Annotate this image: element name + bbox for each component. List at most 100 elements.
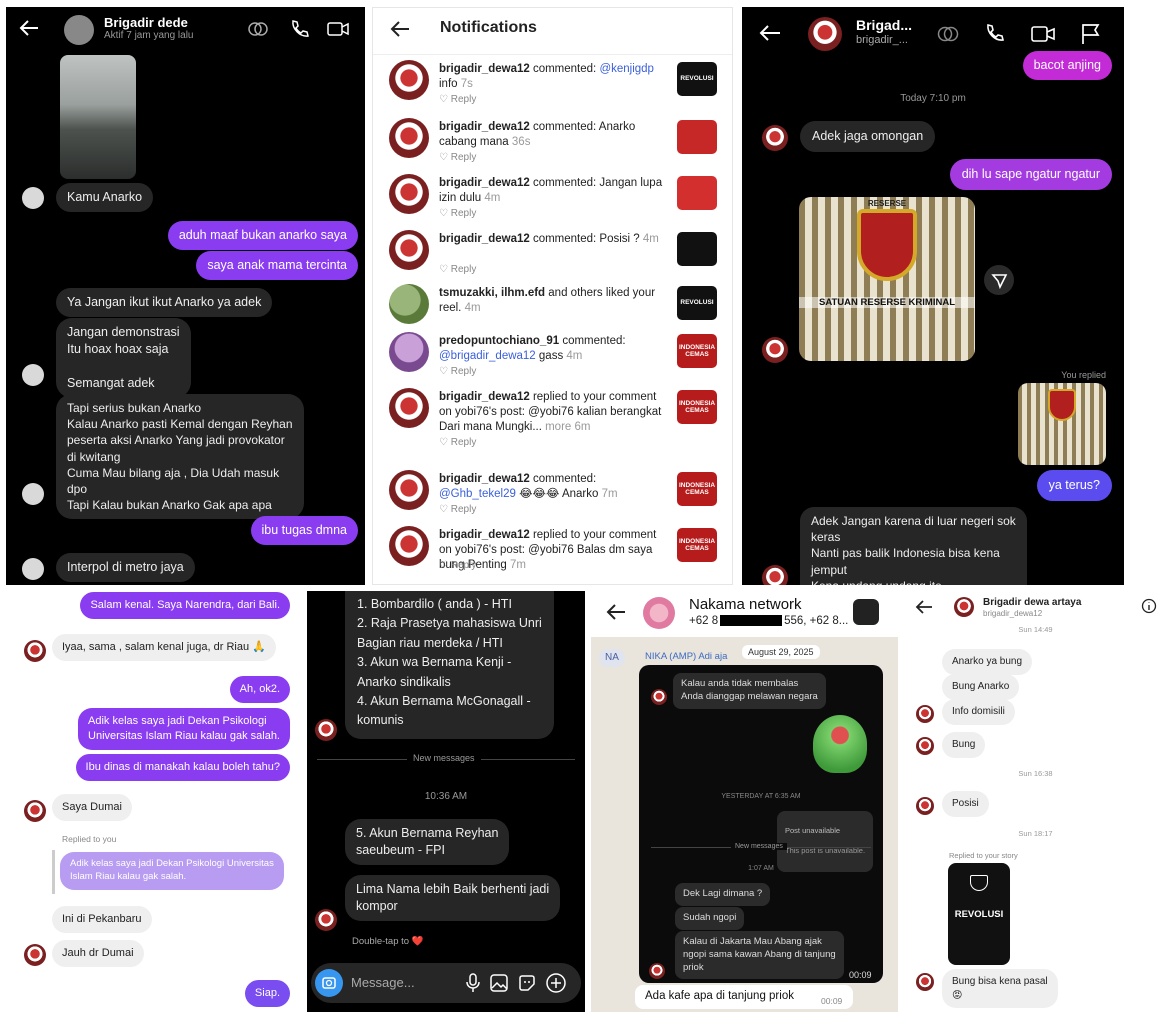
notification-user[interactable]: brigadir_dewa12	[439, 473, 530, 485]
notification-text[interactable]: brigadir_dewa12 commented: @kenjigdp inf…	[439, 62, 665, 92]
message-in: Iyaa, sama , salam kenal juga, dr Riau 🙏	[52, 634, 276, 661]
message-input[interactable]: Message...	[351, 975, 415, 990]
reply-button[interactable]: ♡ Reply	[439, 208, 476, 219]
add-icon[interactable]	[545, 972, 567, 994]
back-arrow-icon[interactable]	[605, 603, 627, 621]
notification-text[interactable]: brigadir_dewa12 commented: Posisi ? 4m	[439, 232, 665, 247]
notification-user[interactable]: brigadir_dewa12	[439, 233, 530, 245]
notification-text[interactable]: brigadir_dewa12 commented: @Ghb_tekel29 …	[439, 472, 665, 502]
notification-text[interactable]: predopuntochiano_91 commented: @brigadir…	[439, 334, 665, 364]
post-thumbnail[interactable]: REVOLUSI	[677, 62, 717, 96]
notification-mention[interactable]: @Ghb_tekel29	[439, 488, 516, 500]
video-call-icon[interactable]	[326, 19, 350, 39]
avatar	[22, 187, 44, 209]
gallery-icon[interactable]	[489, 973, 509, 993]
notification-avatar[interactable]	[389, 388, 429, 428]
message-in: Kamu Anarko	[56, 183, 154, 212]
notification-text[interactable]: brigadir_dewa12 commented: Anarko cabang…	[439, 120, 665, 150]
heart-icon[interactable]: ♡	[439, 264, 448, 275]
story-thumbnail[interactable]: REVOLUSI	[948, 863, 1010, 965]
back-arrow-icon[interactable]	[914, 599, 934, 615]
reply-button[interactable]: ♡ Reply	[439, 560, 476, 571]
notification-avatar[interactable]	[389, 118, 429, 158]
reply-button[interactable]: ♡ Reply	[439, 152, 476, 163]
reply-button[interactable]: ♡ Reply	[439, 437, 476, 448]
phone-icon[interactable]	[984, 23, 1006, 45]
reply-button[interactable]: ♡ Reply	[439, 264, 476, 275]
post-thumbnail[interactable]	[677, 120, 717, 154]
notification-user[interactable]: predopuntochiano_91	[439, 335, 559, 347]
contact-name[interactable]: Brigadir dewa artaya	[983, 597, 1081, 608]
avatar	[916, 737, 934, 755]
notification-text[interactable]: brigadir_dewa12 commented: Jangan lupa i…	[439, 176, 665, 206]
shared-photo[interactable]	[60, 55, 136, 179]
avatar[interactable]	[954, 597, 974, 617]
heart-icon[interactable]: ♡	[439, 504, 448, 515]
notification-comment: 😂😂😂 Anarko	[515, 487, 599, 500]
reply-button[interactable]: ♡ Reply	[439, 366, 476, 377]
notification-user[interactable]: brigadir_dewa12	[439, 529, 530, 541]
replied-image-thumb[interactable]	[1018, 383, 1106, 465]
notification-user[interactable]: brigadir_dewa12	[439, 121, 530, 133]
post-unavailable: Post unavailable This post is unavailabl…	[777, 811, 874, 872]
group-icon[interactable]	[853, 599, 879, 625]
info-icon[interactable]	[1141, 598, 1157, 614]
reply-label: Reply	[450, 94, 477, 105]
reply-label: Reply	[450, 264, 477, 275]
quote-bar	[52, 850, 55, 894]
reply-button[interactable]: ♡ Reply	[439, 94, 476, 105]
back-arrow-icon[interactable]	[18, 19, 40, 37]
post-thumbnail[interactable]: INDONESIA CEMAS	[677, 334, 717, 368]
notification-avatar[interactable]	[389, 230, 429, 270]
post-thumbnail[interactable]: REVOLUSI	[677, 286, 717, 320]
post-thumbnail[interactable]: INDONESIA CEMAS	[677, 390, 717, 424]
notification-user[interactable]: brigadir_dewa12	[439, 63, 530, 75]
heart-icon[interactable]: ♡	[439, 560, 448, 571]
avatar	[916, 705, 934, 723]
notification-text[interactable]: tsmuzakki, ilhm.efd and others liked you…	[439, 286, 665, 316]
group-name[interactable]: Nakama network	[689, 596, 802, 613]
shared-image-police-seal[interactable]: RESERSE SATUAN RESERSE KRIMINAL	[799, 197, 975, 361]
contact-name[interactable]: Brigadir dede	[104, 15, 188, 30]
notification-avatar[interactable]	[389, 526, 429, 566]
effects-icon[interactable]	[937, 23, 959, 45]
notification-user[interactable]: brigadir_dewa12	[439, 177, 530, 189]
avatar[interactable]	[808, 17, 842, 51]
post-thumbnail[interactable]: INDONESIA CEMAS	[677, 472, 717, 506]
notification-avatar[interactable]	[389, 284, 429, 324]
avatar[interactable]	[64, 15, 94, 45]
group-avatar[interactable]	[643, 597, 675, 629]
notification-text[interactable]: brigadir_dewa12 replied to your comment …	[439, 390, 665, 435]
notification-mention[interactable]: @brigadir_dewa12	[439, 350, 536, 362]
camera-icon[interactable]	[315, 969, 343, 997]
reply-button[interactable]: ♡ Reply	[439, 504, 476, 515]
sender-name: NIKA (AMP) Adi aja	[645, 651, 728, 662]
post-thumbnail[interactable]	[677, 232, 717, 266]
notification-user[interactable]: brigadir_dewa12	[439, 391, 530, 403]
notification-user[interactable]: tsmuzakki, ilhm.efd	[439, 287, 545, 299]
notification-avatar[interactable]	[389, 60, 429, 100]
microphone-icon[interactable]	[465, 972, 481, 994]
post-thumbnail[interactable]: INDONESIA CEMAS	[677, 528, 717, 562]
notification-avatar[interactable]	[389, 174, 429, 214]
message-in: Kalau anda tidak membalas Anda dianggap …	[673, 673, 826, 709]
post-thumbnail[interactable]	[677, 176, 717, 210]
heart-icon[interactable]: ♡	[439, 366, 448, 377]
report-flag-icon[interactable]	[1079, 22, 1101, 46]
heart-icon[interactable]: ♡	[439, 94, 448, 105]
message-in: Adek jaga omongan	[800, 121, 936, 152]
heart-icon[interactable]: ♡	[439, 437, 448, 448]
contact-name[interactable]: Brigad...	[856, 17, 912, 33]
share-icon[interactable]	[984, 265, 1014, 295]
heart-icon[interactable]: ♡	[439, 152, 448, 163]
notification-mention[interactable]: @kenjigdp	[599, 63, 654, 75]
heart-icon[interactable]: ♡	[439, 208, 448, 219]
phone-icon[interactable]	[289, 19, 309, 39]
notification-avatar[interactable]	[389, 332, 429, 372]
sticker-icon[interactable]	[517, 973, 537, 993]
video-call-icon[interactable]	[1030, 23, 1056, 45]
back-arrow-icon[interactable]	[758, 23, 782, 43]
effects-icon[interactable]	[248, 19, 268, 39]
notification-avatar[interactable]	[389, 470, 429, 510]
back-arrow-icon[interactable]	[389, 20, 411, 38]
